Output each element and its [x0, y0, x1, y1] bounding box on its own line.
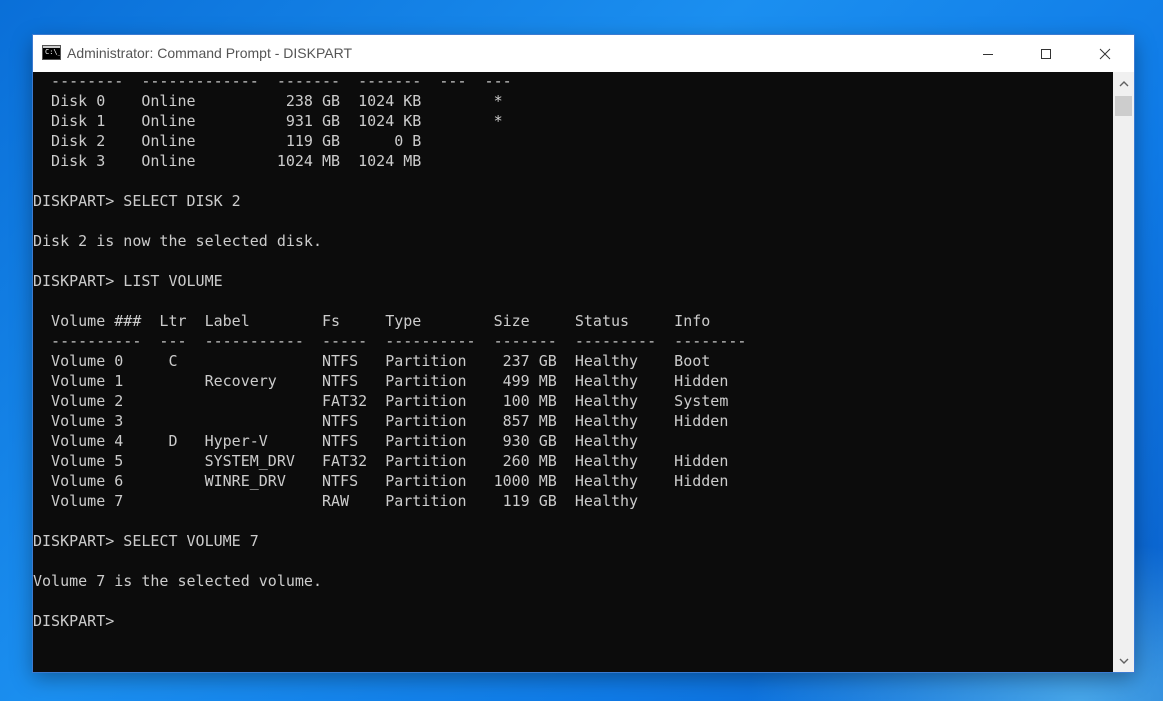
- console-line: Volume 0 C NTFS Partition 237 GB Healthy…: [33, 352, 711, 370]
- console-line: Volume 4 D Hyper-V NTFS Partition 930 GB…: [33, 432, 639, 450]
- minimize-button[interactable]: [959, 35, 1017, 72]
- console-line: DISKPART> SELECT VOLUME 7: [33, 532, 259, 550]
- console-line: Volume 1 Recovery NTFS Partition 499 MB …: [33, 372, 729, 390]
- chevron-up-icon: [1119, 81, 1128, 87]
- console-line: Volume ### Ltr Label Fs Type Size Status…: [33, 312, 711, 330]
- chevron-down-icon: [1119, 658, 1128, 664]
- console-line: Disk 2 Online 119 GB 0 B: [33, 132, 422, 150]
- console-line: DISKPART>: [33, 612, 124, 630]
- console-line: DISKPART> LIST VOLUME: [33, 272, 223, 290]
- close-button[interactable]: [1076, 35, 1134, 72]
- console-line: ---------- --- ----------- ----- -------…: [33, 332, 747, 350]
- scroll-thumb[interactable]: [1115, 96, 1132, 116]
- maximize-button[interactable]: [1017, 35, 1075, 72]
- console-line: -------- ------------- ------- ------- -…: [33, 72, 512, 90]
- close-icon: [1099, 48, 1111, 59]
- scroll-up-button[interactable]: [1113, 74, 1134, 94]
- console-line: Volume 7 is the selected volume.: [33, 572, 322, 590]
- command-prompt-window[interactable]: C:\_ Administrator: Command Prompt - DIS…: [33, 35, 1134, 672]
- maximize-icon: [1041, 48, 1051, 59]
- minimize-icon: [983, 53, 993, 55]
- vertical-scrollbar[interactable]: [1113, 72, 1134, 672]
- console-line: Disk 1 Online 931 GB 1024 KB *: [33, 112, 503, 130]
- console-output[interactable]: -------- ------------- ------- ------- -…: [33, 72, 1113, 672]
- console-line: Volume 3 NTFS Partition 857 MB Healthy H…: [33, 412, 729, 430]
- console-line: Disk 2 is now the selected disk.: [33, 232, 322, 250]
- console-line: Volume 6 WINRE_DRV NTFS Partition 1000 M…: [33, 472, 729, 490]
- command-prompt-icon[interactable]: C:\_: [42, 45, 61, 60]
- scroll-down-button[interactable]: [1113, 651, 1134, 671]
- console-line: Volume 2 FAT32 Partition 100 MB Healthy …: [33, 392, 729, 410]
- console-line: Volume 7 RAW Partition 119 GB Healthy: [33, 492, 639, 510]
- console-line: Disk 0 Online 238 GB 1024 KB *: [33, 92, 503, 110]
- console-line: DISKPART> SELECT DISK 2: [33, 192, 241, 210]
- title-bar[interactable]: C:\_ Administrator: Command Prompt - DIS…: [33, 35, 1134, 72]
- console-line: Volume 5 SYSTEM_DRV FAT32 Partition 260 …: [33, 452, 729, 470]
- console-text: -------- ------------- ------- ------- -…: [33, 72, 746, 631]
- console-line: Disk 3 Online 1024 MB 1024 MB: [33, 152, 422, 170]
- window-title: Administrator: Command Prompt - DISKPART: [67, 45, 353, 61]
